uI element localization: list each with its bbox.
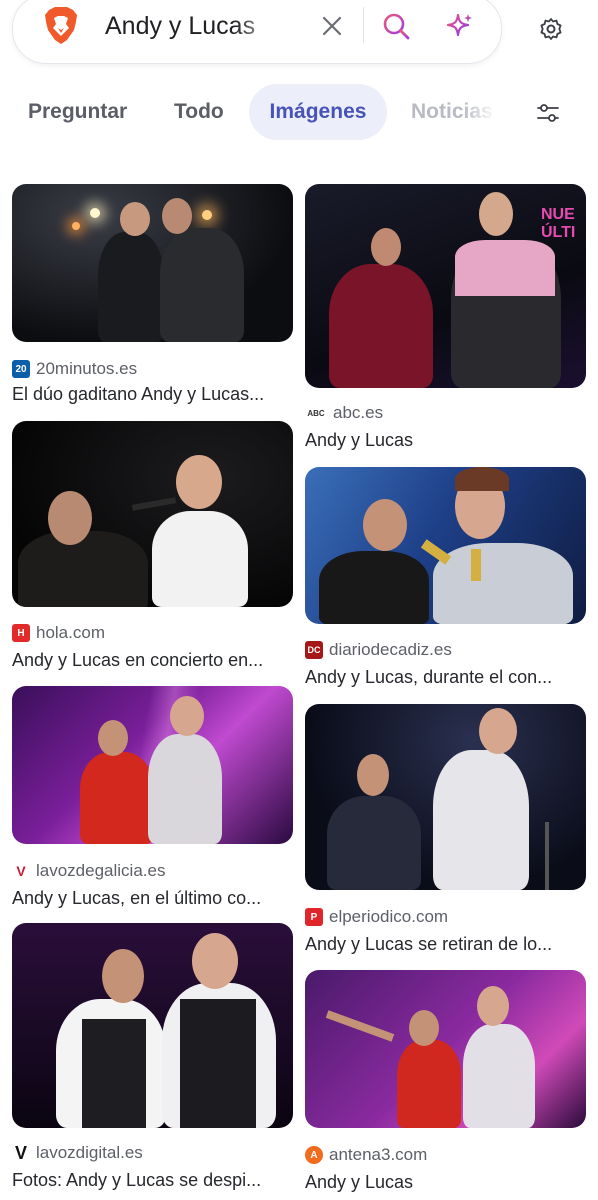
ai-assistant-button[interactable] [441,7,479,45]
result-thumbnail[interactable] [305,704,586,890]
result-title[interactable]: Andy y Lucas, durante el con... [305,667,586,688]
source-domain: 20minutos.es [36,359,138,378]
source-domain: abc.es [333,403,384,422]
search-tabs: Preguntar Todo Imágenes Noticias [0,84,598,140]
result-title[interactable]: Andy y Lucas se retiran de lo... [305,934,586,955]
favicon-icon: ABC [307,408,325,418]
tab-preguntar[interactable]: Preguntar [28,84,127,140]
result-title[interactable]: Andy y Lucas [305,1172,586,1193]
sliders-icon [537,104,559,122]
result-title[interactable]: El dúo gaditano Andy y Lucas... [12,384,293,405]
favicon-icon: H [12,624,30,642]
favicon-icon: V [16,863,26,879]
result-thumbnail[interactable] [305,970,586,1128]
favicon-icon: 20 [12,360,30,378]
result-title[interactable]: Fotos: Andy y Lucas se despi... [12,1170,293,1191]
search-button[interactable] [377,7,415,45]
result-source[interactable]: ABC abc.es [305,402,383,424]
result-source[interactable]: P elperiodico.com [305,906,448,928]
result-source[interactable]: V lavozdegalicia.es [12,860,165,882]
brave-logo-icon[interactable] [43,6,79,46]
result-source[interactable]: V lavozdigital.es [12,1142,143,1164]
tab-todo[interactable]: Todo [174,84,224,140]
search-icon [383,13,410,40]
favicon-icon: A [305,1146,323,1164]
result-thumbnail[interactable] [12,686,293,844]
result-thumbnail[interactable] [12,421,293,607]
source-domain: lavozdigital.es [36,1143,143,1162]
filter-button[interactable] [530,98,566,128]
clear-button[interactable] [315,9,349,43]
sparkle-icon [446,13,472,37]
tab-noticias[interactable]: Noticias [411,84,497,140]
favicon-icon: DC [305,641,323,659]
divider [363,7,364,43]
tab-imagenes[interactable]: Imágenes [249,84,387,140]
search-input[interactable]: Andy y Lucas [105,12,285,44]
result-source[interactable]: DC diariodecadiz.es [305,639,452,661]
result-title[interactable]: Andy y Lucas [305,430,586,451]
source-domain: antena3.com [329,1145,428,1164]
close-icon [322,16,342,36]
favicon-icon: V [14,1142,27,1163]
source-domain: hola.com [36,623,105,642]
result-thumbnail[interactable] [12,184,293,342]
source-domain: elperiodico.com [329,907,449,926]
result-source[interactable]: 20 20minutos.es [12,358,137,380]
stage-sign: NUE ÚLTI [541,206,576,241]
search-bar: Andy y Lucas [12,0,502,64]
result-title[interactable]: Andy y Lucas, en el último co... [12,888,293,909]
result-thumbnail[interactable] [12,923,293,1128]
source-domain: diariodecadiz.es [329,640,452,659]
settings-button[interactable] [532,10,570,48]
favicon-icon: P [305,908,323,926]
result-thumbnail[interactable] [305,467,586,624]
gear-icon [540,18,562,40]
result-title[interactable]: Andy y Lucas en concierto en... [12,650,293,671]
source-domain: lavozdegalicia.es [36,861,166,880]
result-source[interactable]: A antena3.com [305,1144,427,1166]
result-source[interactable]: H hola.com [12,622,105,644]
result-thumbnail[interactable]: NUE ÚLTI [305,184,586,388]
